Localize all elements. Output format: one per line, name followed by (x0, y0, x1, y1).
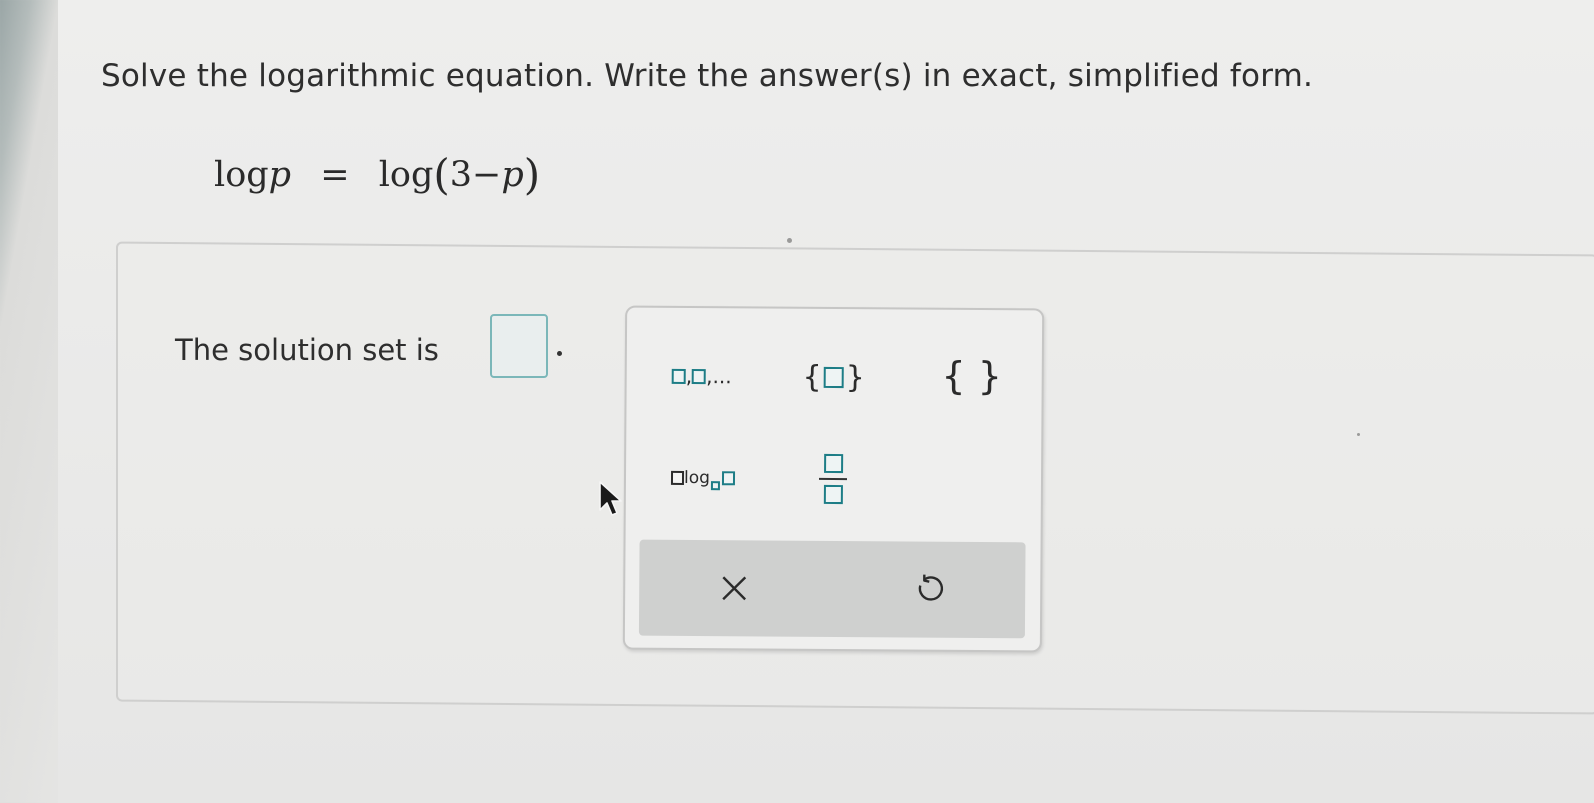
template-box-icon (823, 366, 844, 388)
math-palette: ,,... {} { } log (622, 305, 1045, 653)
equation-rhs-variable: p (501, 155, 524, 195)
fraction-template-button[interactable] (798, 439, 869, 519)
action-bar (638, 539, 1026, 639)
question-text: Solve the logarithmic equation. Write th… (101, 58, 1314, 94)
log-label: log (683, 467, 711, 489)
set-open-brace: { (802, 359, 822, 395)
mouse-pointer-icon (599, 481, 622, 516)
equation-lhs-log: log (214, 155, 269, 195)
equation-lhs-variable: p (268, 155, 292, 195)
solution-prompt: The solution set is (175, 333, 439, 367)
equation-open-paren: ( (433, 150, 450, 199)
undo-arrow-icon (918, 574, 944, 601)
equation-rhs-log: log (378, 155, 434, 195)
list-template-button[interactable]: ,,... (647, 346, 757, 407)
sentence-period (557, 351, 562, 356)
undo-button[interactable] (894, 555, 964, 623)
set-template-button[interactable]: {} (789, 347, 879, 408)
screen-speck (787, 238, 792, 243)
equation-rhs-number: 3 (449, 155, 473, 195)
equation-equals: = (320, 155, 350, 195)
close-x-icon (722, 576, 747, 601)
template-box-icon (710, 480, 720, 490)
answer-input[interactable] (490, 314, 548, 378)
set-close-brace: } (845, 359, 865, 395)
template-box-icon (823, 484, 843, 505)
equation-close-paren: ) (523, 150, 541, 199)
template-box-icon (823, 453, 843, 474)
log-base-template-button[interactable]: log (648, 448, 758, 509)
template-box-icon (670, 470, 685, 485)
template-box-icon (721, 471, 736, 486)
fraction-bar (818, 477, 848, 481)
clear-button[interactable] (699, 554, 769, 622)
equation: logp = log(3−p) (214, 150, 540, 199)
screen-speck (1357, 433, 1360, 436)
template-box-icon (671, 368, 686, 384)
empty-set-label: { } (941, 353, 1003, 399)
empty-set-button[interactable]: { } (927, 344, 1017, 409)
list-ellipsis: ,... (706, 364, 732, 389)
template-box-icon (692, 368, 707, 384)
equation-minus: − (472, 155, 502, 195)
